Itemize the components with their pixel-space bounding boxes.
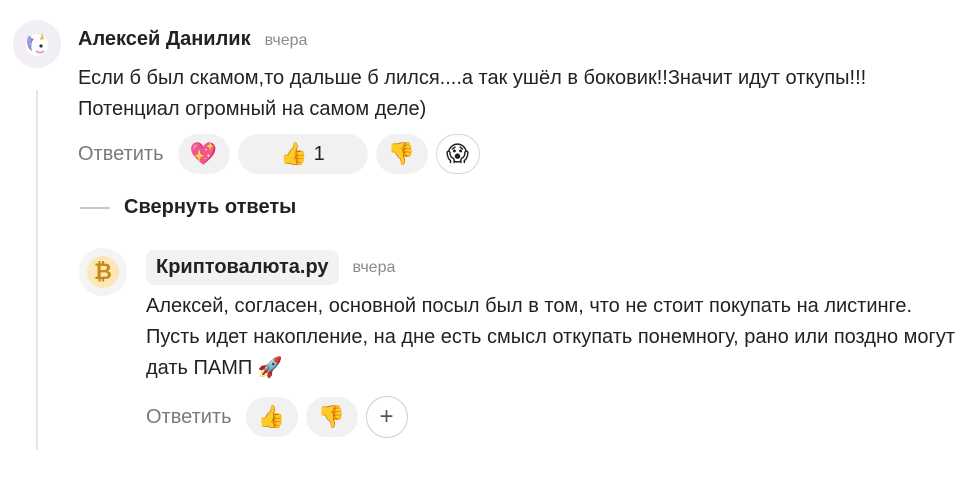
thread-line: [36, 90, 38, 450]
reply-button[interactable]: Ответить: [146, 406, 232, 429]
avatar[interactable]: ₿: [79, 248, 127, 296]
reply-actions: Ответить 👍 👎 +: [146, 396, 408, 438]
thumbs-down-icon: 👎: [387, 141, 416, 166]
author-name[interactable]: Алексей Данилик: [78, 28, 251, 51]
thumbs-down-icon: 👎: [317, 404, 346, 429]
comment-time: вчера: [264, 32, 308, 49]
reaction-thumbs-up[interactable]: 👍 1: [237, 134, 368, 174]
unicorn-icon: [26, 33, 48, 56]
collapse-dash: [80, 206, 110, 209]
reaction-heart[interactable]: 💖: [177, 134, 230, 174]
svg-text:₿: ₿: [94, 259, 112, 284]
reaction-thumbs-down[interactable]: 👎: [375, 134, 428, 174]
author-name[interactable]: Криптовалюта.ру: [146, 250, 339, 285]
scream-face-icon: 😱: [446, 141, 469, 166]
comment-text: Если б был скамом,то дальше б лился....а…: [78, 67, 867, 120]
comment-thread: Алексей Данилик вчера Если б был скамом,…: [0, 0, 974, 486]
heart-hands-icon: 💖: [189, 141, 218, 166]
reaction-count: 1: [313, 142, 325, 165]
thumbs-up-icon: 👍: [280, 141, 308, 166]
comment-header: Алексей Данилик вчера: [78, 28, 307, 51]
collapse-label: Свернуть ответы: [124, 196, 297, 218]
reply-header: Криптовалюта.ру вчера: [146, 250, 395, 285]
reaction-thumbs-up[interactable]: 👍: [245, 397, 298, 437]
reply-time: вчера: [352, 258, 396, 276]
reply-text: Алексей, согласен, основной посыл был в …: [146, 295, 956, 379]
thumbs-up-icon: 👍: [257, 404, 286, 429]
avatar[interactable]: [13, 20, 61, 68]
comment-actions: Ответить 💖 👍 1 👎 😱: [78, 134, 480, 174]
reaction-scream[interactable]: 😱: [435, 134, 480, 174]
reply-button[interactable]: Ответить: [78, 143, 164, 166]
add-reaction-button[interactable]: +: [365, 396, 408, 438]
collapse-replies-button[interactable]: Свернуть ответы: [80, 196, 296, 219]
reaction-thumbs-down[interactable]: 👎: [305, 397, 358, 437]
bitcoin-icon: ₿: [87, 256, 119, 288]
